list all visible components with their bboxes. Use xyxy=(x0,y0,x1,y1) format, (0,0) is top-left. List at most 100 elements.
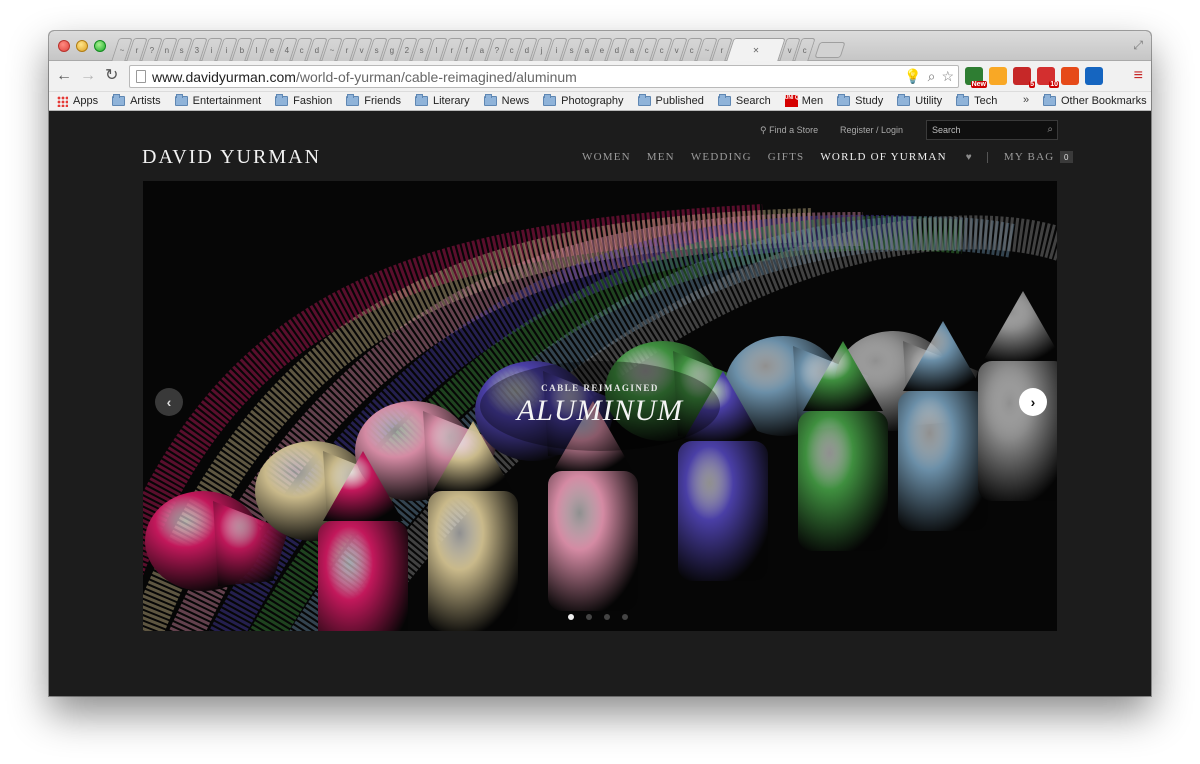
nav-men[interactable]: MEN xyxy=(647,151,675,163)
folder-icon xyxy=(483,94,497,106)
bookmark-label: Literary xyxy=(432,95,470,107)
menu-icon[interactable]: ≡ xyxy=(1134,67,1143,85)
hero-eyebrow: CABLE REIMAGINED xyxy=(541,383,659,393)
bookmark-photography[interactable]: Photography xyxy=(543,94,624,107)
tab-favicon: 2 xyxy=(404,45,410,55)
find-store-link[interactable]: ⚲ Find a Store xyxy=(760,125,818,136)
heart-icon[interactable]: ♥ xyxy=(966,152,973,163)
bracelet-barrel xyxy=(548,471,638,611)
nav-gifts[interactable]: GIFTS xyxy=(768,151,805,163)
close-tab-icon[interactable]: ✕ xyxy=(752,46,759,55)
bag-label: MY BAG xyxy=(1003,151,1055,163)
folder-icon xyxy=(1043,94,1056,106)
url-text: www.davidyurman.com/world-of-yurman/cabl… xyxy=(152,68,577,85)
adblock-extension-icon[interactable]: 5 xyxy=(1013,67,1035,88)
bookmark-entertainment[interactable]: Entertainment xyxy=(174,94,261,107)
carousel-prev-button[interactable]: ‹ xyxy=(155,388,183,416)
tab-favicon: j xyxy=(540,45,543,55)
minimize-window-button[interactable] xyxy=(76,40,88,52)
bookmark-search[interactable]: Search xyxy=(717,94,771,107)
tab-favicon: ? xyxy=(149,45,155,55)
carousel-dot[interactable] xyxy=(622,614,628,620)
chevron-left-icon: ‹ xyxy=(166,394,172,410)
bookmark-fashion[interactable]: Fashion xyxy=(275,94,332,107)
bookmark-other-bookmarks[interactable]: Other Bookmarks xyxy=(1043,94,1147,107)
search-icon[interactable]: ⌕ xyxy=(928,68,936,85)
address-bar[interactable]: www.davidyurman.com/world-of-yurman/cabl… xyxy=(129,65,959,88)
star-icon[interactable]: ☆ xyxy=(941,68,954,85)
main-nav: WOMEN MEN WEDDING GIFTS WORLD OF YURMAN ♥ MY B… xyxy=(582,151,1074,163)
carousel-dot[interactable] xyxy=(604,614,610,620)
bookmark-artists[interactable]: Artists xyxy=(112,94,161,107)
bookmark-label: News xyxy=(501,95,530,107)
zoom-window-button[interactable] xyxy=(94,40,106,52)
nav-world-of-yurman[interactable]: WORLD OF YURMAN xyxy=(820,151,946,163)
bracelet-barrel xyxy=(798,411,888,551)
bookmark-label: Men xyxy=(801,95,824,107)
bag-count-badge: 0 xyxy=(1060,151,1074,163)
site-search-input[interactable]: Search ⌕ xyxy=(926,120,1058,140)
tab-favicon: c xyxy=(299,45,304,55)
bookmark-friends[interactable]: Friends xyxy=(346,94,401,107)
folder-icon xyxy=(637,94,651,106)
google-drive-extension-icon[interactable] xyxy=(989,67,1007,85)
forward-button[interactable]: → xyxy=(80,67,96,85)
tab-favicon: n xyxy=(164,45,170,55)
tab-favicon: r xyxy=(135,45,139,55)
flipboard-extension-icon[interactable]: 10 xyxy=(1037,67,1059,88)
tab-favicon: d xyxy=(614,45,620,55)
fullscreen-icon[interactable]: ⤢ xyxy=(1133,38,1143,53)
bookmark-tech[interactable]: Tech xyxy=(956,94,997,107)
nav-wedding[interactable]: WEDDING xyxy=(691,151,752,163)
bookmarks-overflow-chevron[interactable]: » xyxy=(1023,94,1029,106)
close-window-button[interactable] xyxy=(58,40,70,52)
carousel-dot[interactable] xyxy=(568,614,574,620)
carousel-dot[interactable] xyxy=(586,614,592,620)
bookmark-published[interactable]: Published xyxy=(637,94,704,107)
apps-icon xyxy=(57,95,68,107)
bookmark-men[interactable]: UNI QLO Men xyxy=(784,95,824,107)
site-logo[interactable]: DAVID YURMAN xyxy=(142,146,321,169)
active-tab[interactable]: ✕ xyxy=(726,38,786,61)
bookmark-utility[interactable]: Utility xyxy=(897,94,943,107)
register-login-link[interactable]: Register / Login xyxy=(840,125,903,135)
lightbulb-icon[interactable]: 💡 xyxy=(904,68,921,85)
tab-favicon: c xyxy=(644,45,649,55)
folder-icon xyxy=(837,94,851,106)
bookmark-news[interactable]: News xyxy=(483,94,530,107)
reload-button[interactable]: ↻ xyxy=(105,67,118,85)
folder-icon xyxy=(174,94,188,106)
bookmark-study[interactable]: Study xyxy=(837,94,884,107)
my-bag-link[interactable]: MY BAG 0 xyxy=(1004,151,1074,163)
website: ⚲ Find a Store Register / Login Search ⌕… xyxy=(49,111,1151,696)
tab-favicon: r xyxy=(450,45,454,55)
tab-favicon: v xyxy=(787,45,792,55)
metrics-extension-icon[interactable] xyxy=(1085,67,1103,85)
address-bar-icons: 💡 ⌕ ☆ xyxy=(904,68,954,85)
tab-favicon: 4 xyxy=(284,45,290,55)
map-pin-icon: ⚲ xyxy=(760,125,767,135)
tab-favicon: e xyxy=(269,45,275,55)
stumbleupon-extension-icon[interactable] xyxy=(1061,67,1079,85)
tab-favicon: r xyxy=(345,45,349,55)
chrome-new-extension-icon[interactable]: New xyxy=(965,67,987,88)
bookmark-literary[interactable]: Literary xyxy=(414,94,470,107)
bookmark-label: Study xyxy=(855,95,884,107)
tab-strip: ~ r? n s 3 i i b l e 4 c d ~ r v s g 2 s l r f a? c d j i s a e d a c c v c ~… xyxy=(49,31,1151,61)
tab-favicon: 3 xyxy=(194,45,200,55)
carousel-next-button[interactable]: › xyxy=(1019,388,1047,416)
bookmark-label: Utility xyxy=(915,95,943,107)
uniqlo-icon: UNI QLO xyxy=(784,95,806,107)
faceted-tip xyxy=(983,291,1057,361)
new-tab-button[interactable] xyxy=(814,42,846,58)
tab-favicon: r xyxy=(720,45,724,55)
hero-headline: ALUMINUM xyxy=(516,394,684,427)
tab-favicon: s xyxy=(569,45,574,55)
tab-favicon: v xyxy=(359,45,364,55)
search-icon[interactable]: ⌕ xyxy=(1047,124,1053,135)
back-button[interactable]: ← xyxy=(56,67,72,85)
folder-icon xyxy=(346,94,360,106)
bookmark-apps[interactable]: Apps xyxy=(57,95,98,107)
extension-badge: 5 xyxy=(1029,81,1035,88)
nav-women[interactable]: WOMEN xyxy=(582,151,631,163)
